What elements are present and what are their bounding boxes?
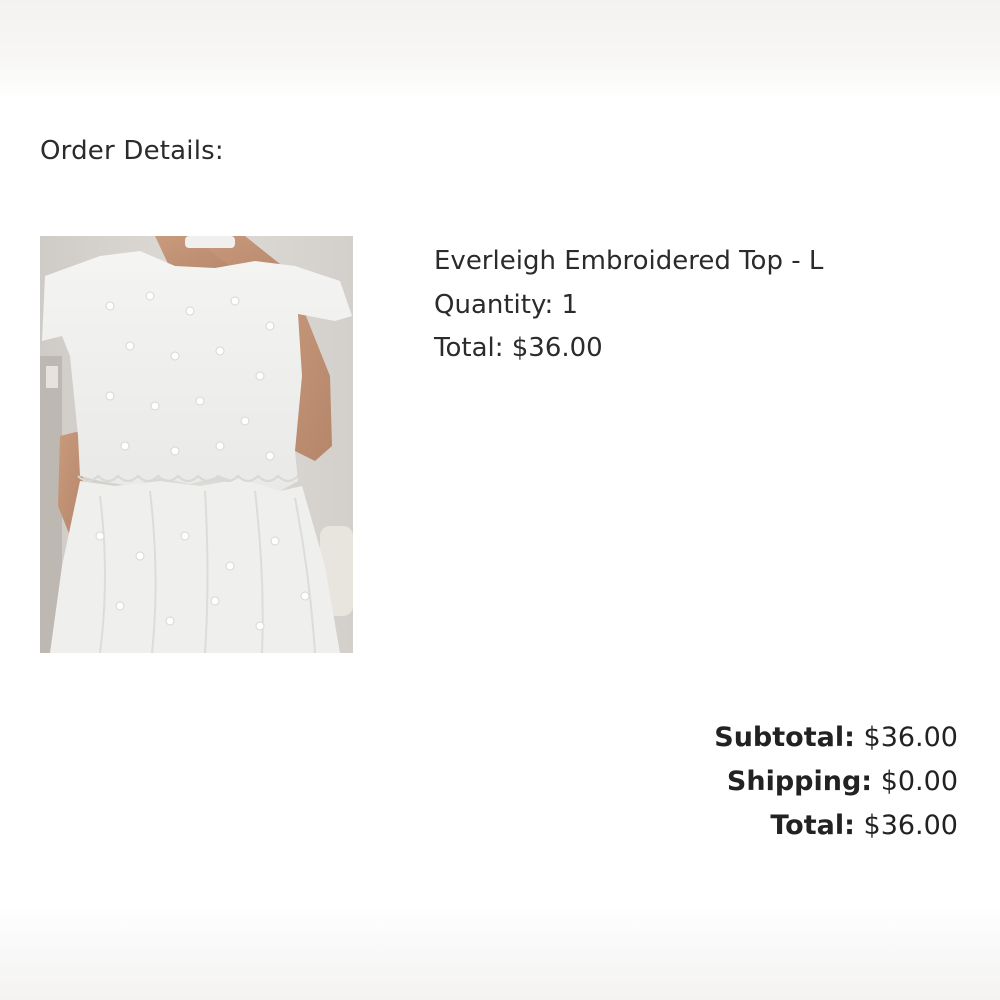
order-details-page: Order Details: Everleigh Embroidered Top… xyxy=(0,0,1000,1000)
item-total-label: Total: xyxy=(434,333,504,363)
order-details-heading: Order Details: xyxy=(40,136,224,166)
shipping-label: Shipping xyxy=(726,766,862,797)
bottom-shadow-band xyxy=(0,905,1000,1000)
subtotal-value: $36.00 xyxy=(863,722,958,753)
product-image[interactable] xyxy=(40,236,353,653)
quantity-label: Quantity: xyxy=(434,289,554,320)
quantity-value: 1 xyxy=(561,289,579,320)
quantity-line: Quantity: 1 xyxy=(434,284,823,328)
order-summary: Subtotal: $36.00 Shipping: $0.00 Total: … xyxy=(714,716,958,848)
item-total-line: Total: $36.00 xyxy=(434,327,823,371)
shipping-value: $0.00 xyxy=(880,766,958,797)
item-total-value: $36.00 xyxy=(511,333,603,363)
line-item-details: Everleigh Embroidered Top - L Quantity: … xyxy=(434,240,823,371)
subtotal-label: Subtotal xyxy=(714,722,845,753)
total-value: $36.00 xyxy=(863,810,958,841)
total-colon: : xyxy=(844,810,855,841)
shipping-colon: : xyxy=(861,766,873,797)
total-row: Total: $36.00 xyxy=(714,804,958,848)
product-name[interactable]: Everleigh Embroidered Top - L xyxy=(434,240,823,284)
shipping-row: Shipping: $0.00 xyxy=(714,760,958,804)
subtotal-row: Subtotal: $36.00 xyxy=(714,716,958,760)
total-label: Total xyxy=(770,810,845,841)
top-shadow-band xyxy=(0,0,1000,98)
subtotal-colon: : xyxy=(844,722,855,753)
product-image-illustration xyxy=(40,236,353,653)
